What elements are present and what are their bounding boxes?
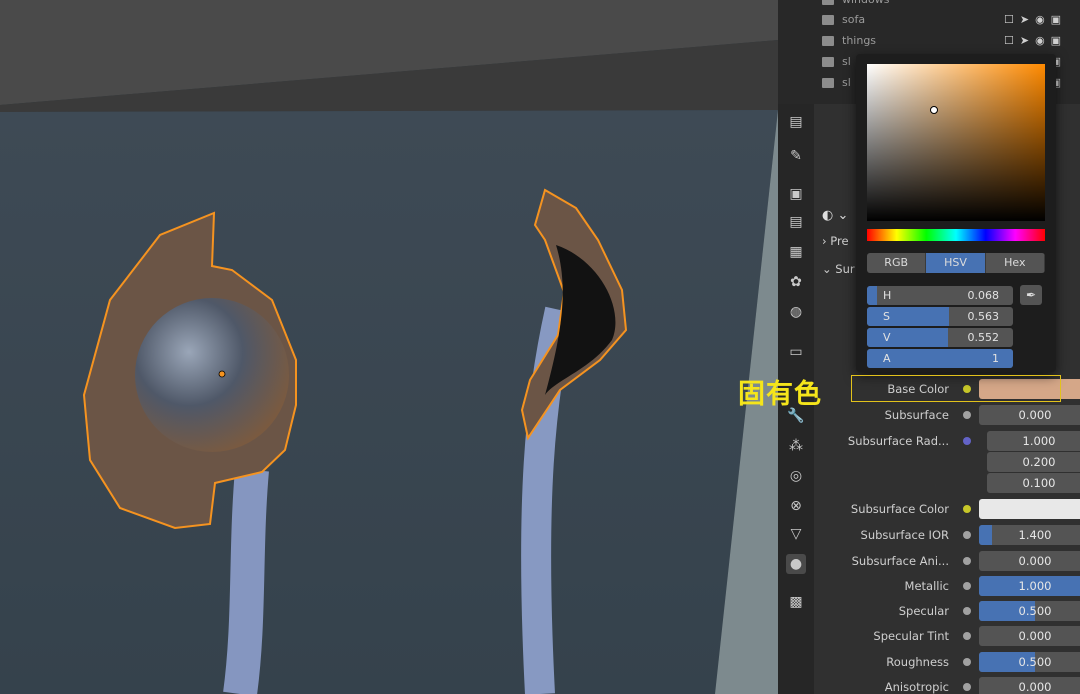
physics-tab-icon[interactable]: ◎ <box>786 466 806 486</box>
world-tab-icon[interactable]: ◍ <box>786 302 806 322</box>
specular-field[interactable]: 0.500 <box>979 601 1080 621</box>
mode-hex[interactable]: Hex <box>986 253 1045 273</box>
cable-left <box>223 468 269 694</box>
subsurface-radius-x[interactable]: 1.000 <box>987 431 1080 451</box>
alpha-field[interactable]: A1 <box>867 349 1013 368</box>
anisotropic-field[interactable]: 0.000 <box>979 677 1080 694</box>
eyedropper-icon[interactable]: ✒ <box>1020 285 1042 305</box>
outliner-row[interactable]: sl <box>822 73 851 93</box>
particles-tab-icon[interactable]: ⁂ <box>786 436 806 456</box>
subsurface-radius-z[interactable]: 0.100 <box>987 473 1080 493</box>
socket-icon[interactable] <box>963 607 971 615</box>
subsurface-anisotropy-field[interactable]: 0.000 <box>979 551 1080 571</box>
collection-icon <box>822 15 834 25</box>
visibility-toggles[interactable]: ☐➤◉▣ <box>1004 31 1067 51</box>
3d-viewport[interactable] <box>0 0 778 694</box>
prop-anisotropic: Anisotropic 0.000 <box>814 676 1080 694</box>
socket-icon[interactable] <box>963 683 971 691</box>
visibility-toggles[interactable]: ☐➤◉▣ <box>1004 10 1067 30</box>
constraints-tab-icon[interactable]: ⊗ <box>786 496 806 516</box>
collection-icon <box>822 78 834 88</box>
object-data-tab-icon[interactable]: ▽ <box>786 524 806 544</box>
collection-icon <box>822 0 834 5</box>
socket-icon[interactable] <box>963 437 971 445</box>
preview-section-header[interactable]: › Pre <box>822 234 849 248</box>
tool-tab-icon[interactable]: ✎ <box>786 146 806 166</box>
value-field[interactable]: V 0.552 <box>867 328 1013 347</box>
color-picker-popup: RGB HSV Hex H 0.068 S 0.563 V 0.552 A1 ✒ <box>856 54 1056 372</box>
collection-icon <box>822 57 834 67</box>
saturation-field[interactable]: S 0.563 <box>867 307 1013 326</box>
mode-hsv[interactable]: HSV <box>926 253 986 273</box>
hue-field[interactable]: H 0.068 <box>867 286 1013 305</box>
socket-icon[interactable] <box>963 531 971 539</box>
outliner-row[interactable]: sl <box>822 52 851 72</box>
saturation-value-square[interactable] <box>867 64 1045 221</box>
chevron-right-icon: › <box>822 234 827 248</box>
socket-icon[interactable] <box>963 632 971 640</box>
mode-rgb[interactable]: RGB <box>867 253 927 273</box>
metallic-field[interactable]: 1.000 <box>979 576 1080 596</box>
sv-cursor[interactable] <box>930 106 938 114</box>
hue-slider[interactable] <box>867 229 1045 241</box>
subsurface-ior-field[interactable]: 1.400 <box>979 525 1080 545</box>
prop-subsurface: Subsurface 0.000 <box>814 404 1080 426</box>
scene-tab-icon[interactable]: ✿ <box>786 272 806 292</box>
socket-icon[interactable] <box>963 505 971 513</box>
socket-icon[interactable] <box>963 411 971 419</box>
collection-icon <box>822 36 834 46</box>
view-layer-tab-icon[interactable]: ▦ <box>786 242 806 262</box>
outliner-row[interactable]: things <box>822 31 876 51</box>
prop-metallic: Metallic 1.000 <box>814 575 1080 597</box>
specular-tint-field[interactable]: 0.000 <box>979 626 1080 646</box>
annotation-highlight-box <box>851 375 1061 402</box>
annotation-label: 固有色 <box>738 379 822 410</box>
render-tab-icon[interactable]: ▣ <box>786 184 806 204</box>
chevron-down-icon: ⌄ <box>822 262 832 276</box>
subsurface-radius-y[interactable]: 0.200 <box>987 452 1080 472</box>
collection-tab-icon[interactable]: ▭ <box>786 342 806 362</box>
editor-type-icon[interactable]: ▤ <box>786 112 806 132</box>
subsurface-color-swatch[interactable] <box>979 499 1080 519</box>
subsurface-field[interactable]: 0.000 <box>979 405 1080 425</box>
material-tab-icon[interactable]: ● <box>786 554 806 574</box>
socket-icon[interactable] <box>963 658 971 666</box>
socket-icon[interactable] <box>963 557 971 565</box>
socket-icon[interactable] <box>963 582 971 590</box>
output-tab-icon[interactable]: ▤ <box>786 212 806 232</box>
prop-subsurface-anisotropy: Subsurface Ani... 0.000 <box>814 550 1080 572</box>
prop-subsurface-ior: Subsurface IOR 1.400 <box>814 524 1080 546</box>
prop-subsurface-color: Subsurface Color <box>814 498 1080 520</box>
outliner-row[interactable]: windows <box>822 0 889 10</box>
prop-specular-tint: Specular Tint 0.000 <box>814 625 1080 647</box>
prop-subsurface-radius: Subsurface Rad... 1.000 0.200 0.100 <box>814 430 1080 493</box>
prop-specular: Specular 0.500 <box>814 600 1080 622</box>
outliner-row[interactable]: sofa <box>822 10 865 30</box>
knob-left-sphere <box>135 298 289 452</box>
viewport-scene <box>0 0 778 694</box>
roughness-field[interactable]: 0.500 <box>979 652 1080 672</box>
texture-tab-icon[interactable]: ▩ <box>786 592 806 612</box>
surface-section-header[interactable]: ⌄ Sur <box>822 262 855 276</box>
color-mode-tabs: RGB HSV Hex <box>867 253 1045 273</box>
prop-roughness: Roughness 0.500 <box>814 651 1080 673</box>
